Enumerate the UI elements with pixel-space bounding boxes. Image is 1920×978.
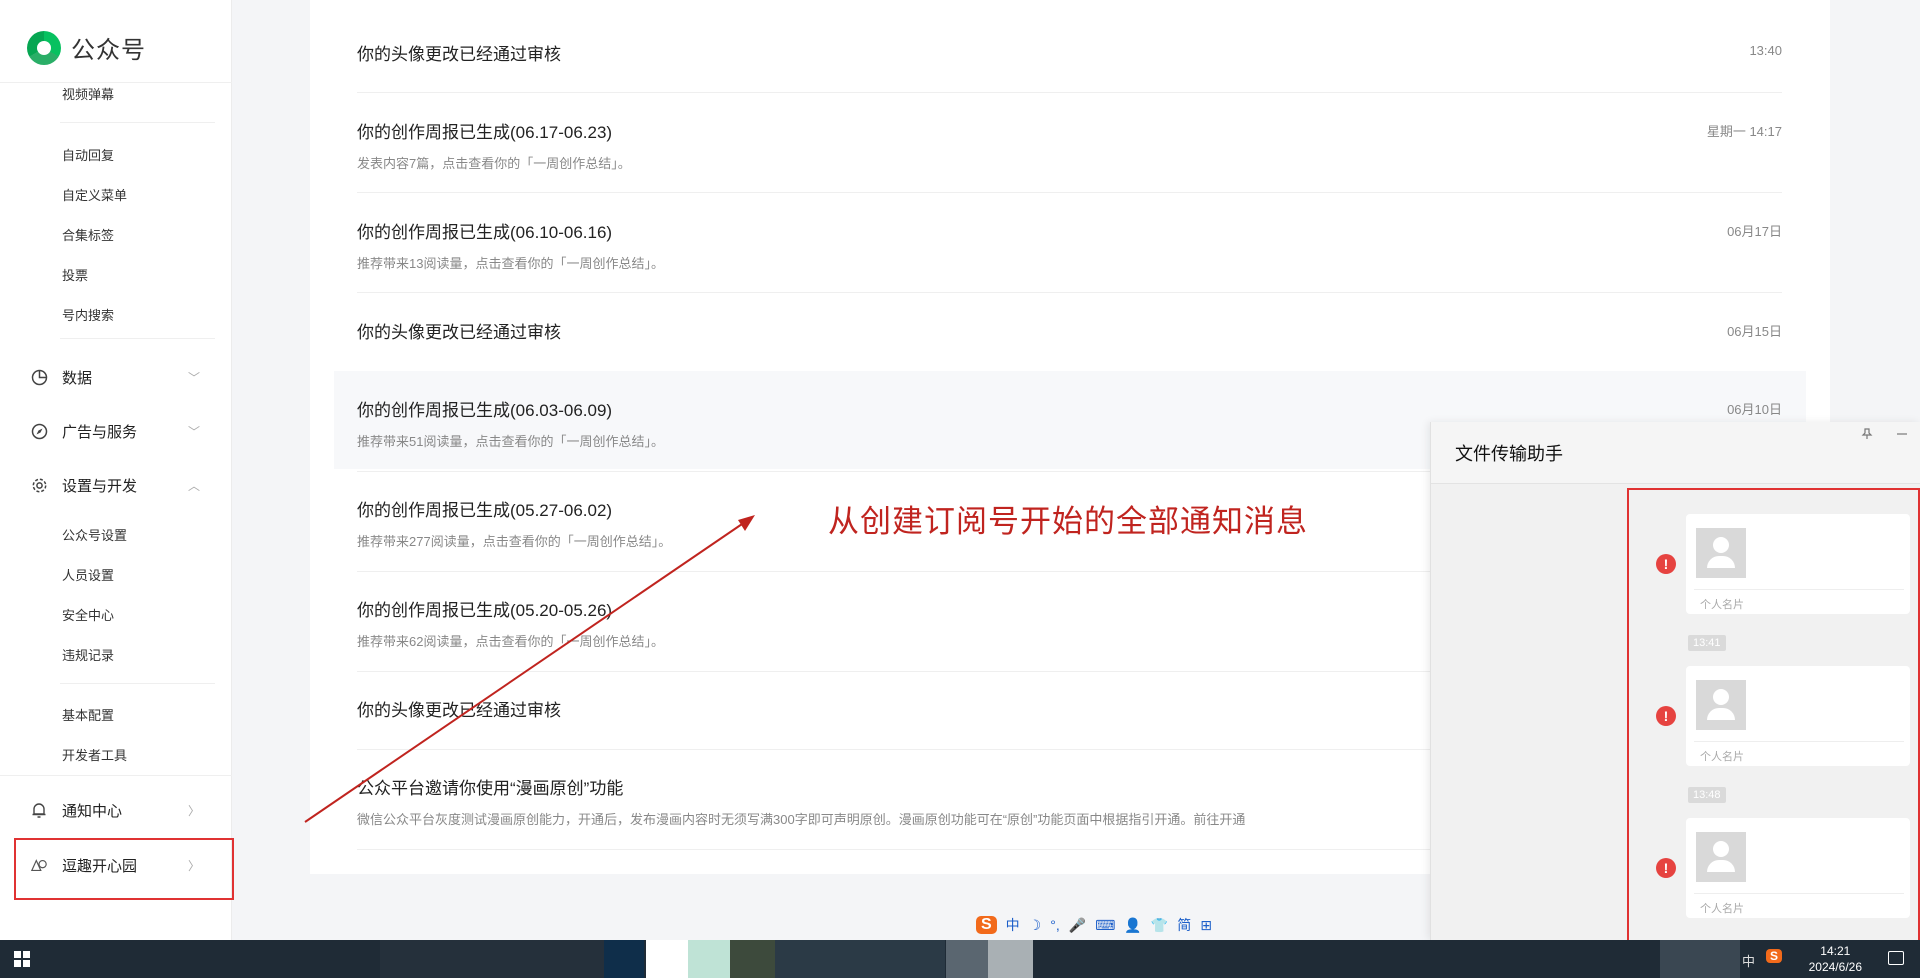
taskbar-app-blurred[interactable] [688, 940, 730, 978]
simplified-toggle[interactable]: 简 [1177, 915, 1191, 935]
microphone-icon[interactable]: 🎤 [1069, 917, 1086, 934]
taskbar-app-blurred[interactable] [946, 940, 988, 978]
moon-icon[interactable]: ☽ [1029, 917, 1042, 934]
ime-indicator[interactable]: 中 [1742, 951, 1755, 970]
taskbar-app-blurred[interactable] [730, 940, 775, 978]
taskbar-clock[interactable]: 14:21 2024/6/26 [1809, 943, 1862, 975]
minimize-icon[interactable] [1896, 428, 1908, 443]
taskbar-time: 14:21 [1820, 944, 1851, 958]
taskbar-app-blurred[interactable] [988, 940, 1033, 978]
keyboard-icon[interactable]: ⌨ [1095, 917, 1115, 934]
taskbar-app-blurred[interactable] [775, 940, 945, 978]
user-icon[interactable]: 👤 [1124, 917, 1141, 934]
ime-mode-chinese[interactable]: 中 [1006, 915, 1020, 935]
taskbar-app-blurred[interactable] [380, 940, 630, 978]
notification-center-icon[interactable] [1888, 951, 1904, 965]
chat-title: 文件传输助手 [1455, 444, 1563, 464]
windows-start-icon[interactable] [14, 951, 30, 967]
pin-icon[interactable] [1861, 428, 1873, 443]
annotation-text: 从创建订阅号开始的全部通知消息 [828, 504, 1308, 539]
taskbar-app-blurred[interactable] [646, 940, 688, 978]
annotation-highlight-box [1627, 488, 1920, 978]
punctuation-icon[interactable]: °, [1050, 917, 1060, 933]
taskbar-app-blurred[interactable] [604, 940, 644, 978]
ime-toolbar: S 中 ☽ °, 🎤 ⌨ 👤 👕 简 ⊞ [976, 912, 1212, 938]
taskbar: 中 S 14:21 2024/6/26 [0, 940, 1920, 978]
sogou-tray-icon[interactable]: S [1766, 949, 1783, 963]
grid-icon[interactable]: ⊞ [1200, 917, 1212, 934]
taskbar-tray-blurred [1660, 940, 1740, 978]
sogou-logo-icon[interactable]: S [976, 916, 997, 934]
chat-header: 文件传输助手 [1431, 422, 1920, 484]
taskbar-date: 2024/6/26 [1808, 960, 1862, 974]
skin-icon[interactable]: 👕 [1151, 917, 1168, 934]
